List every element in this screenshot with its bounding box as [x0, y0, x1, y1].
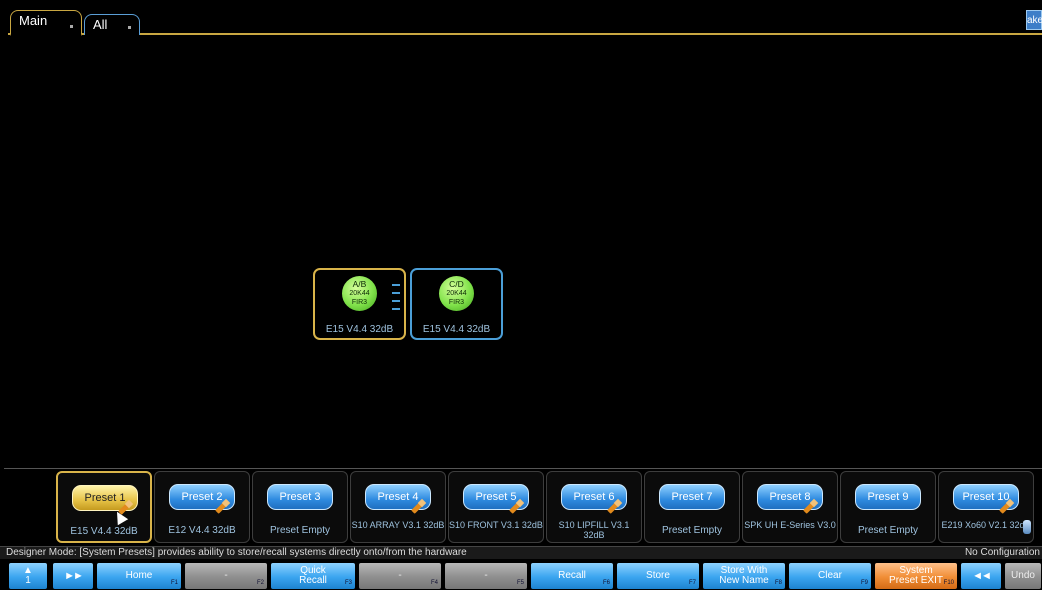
meter-ticks-icon [392, 284, 400, 316]
rewind-button[interactable]: ◄◄ [960, 562, 1002, 590]
tab-main-label: Main [19, 13, 48, 28]
workspace-canvas: A/B 20K44 FIR3 E15 V4.4 32dB C/D 20K44 F… [0, 36, 1042, 464]
tab-main[interactable]: Main [10, 10, 82, 36]
preset-1-desc: E15 V4.4 32dB [70, 526, 138, 537]
pencil-icon [803, 500, 817, 514]
page-number: 1 [25, 575, 31, 586]
f5-label: - [484, 570, 488, 581]
undo-button[interactable]: Undo [1004, 562, 1042, 590]
preset-cell-4[interactable]: Preset 4 S10 ARRAY V3.1 32dB [350, 471, 446, 543]
tab-strip: Main All ake [0, 0, 1042, 36]
preset-4-desc: S10 ARRAY V3.1 32dB [351, 520, 445, 530]
preset-7-button[interactable]: Preset 7 [659, 484, 725, 510]
f4-button[interactable]: - F4 [358, 562, 442, 590]
system-exit-label: System Preset EXIT [889, 565, 943, 586]
undo-label: Undo [1011, 570, 1035, 581]
f4-label: - [398, 570, 402, 581]
frame-label: E15 V4.4 32dB [325, 324, 394, 335]
preset-9-desc: Preset Empty [857, 525, 919, 536]
forward-button[interactable]: ►► [52, 562, 94, 590]
tab-underline [8, 33, 1042, 35]
preset-5-desc: S10 FRONT V3.1 32dB [449, 520, 543, 530]
frame-label: E15 V4.4 32dB [422, 324, 491, 335]
preset-cell-10[interactable]: Preset 10 E219 Xo60 V2.1 32dB [938, 471, 1034, 543]
preset-cell-6[interactable]: Preset 6 S10 LIPFILL V3.1 32dB [546, 471, 642, 543]
function-key-bar: ▲ 1 ►► Home F1 - F2 Quick Recall F3 - F4 - F5… [0, 560, 1042, 590]
tab-all[interactable]: All [84, 14, 140, 35]
configuration-status: No Configuration [964, 547, 1040, 558]
store-with-new-name-button[interactable]: Store With New Name F8 [702, 562, 786, 590]
pencil-icon [999, 500, 1013, 514]
system-preset-exit-button[interactable]: System Preset EXIT F10 [874, 562, 958, 590]
frame-module-ab[interactable]: A/B 20K44 FIR3 E15 V4.4 32dB [313, 268, 406, 340]
preset-cell-2[interactable]: Preset 2 E12 V4.4 32dB [154, 471, 250, 543]
pencil-icon [607, 500, 621, 514]
scroll-indicator-icon[interactable] [1023, 520, 1031, 534]
preset-cell-8[interactable]: Preset 8 SPK UH E-Series V3.0 [742, 471, 838, 543]
module-status-icon[interactable]: C/D 20K44 FIR3 [439, 276, 474, 311]
clear-label: Clear [818, 570, 842, 581]
module-status-icon[interactable]: A/B 20K44 FIR3 [342, 276, 377, 311]
quick-recall-button[interactable]: Quick Recall F3 [270, 562, 356, 590]
tab-dot-icon [128, 26, 131, 29]
quick-recall-label: Quick Recall [299, 565, 327, 586]
home-button[interactable]: Home F1 [96, 562, 182, 590]
preset-7-desc: Preset Empty [661, 525, 723, 536]
module-type: 20K44 [349, 290, 370, 297]
tab-dot-icon [70, 25, 73, 28]
status-message: Designer Mode: [System Presets] provides… [6, 547, 467, 558]
module-channel: C/D [449, 279, 464, 289]
page-up-button[interactable]: ▲ 1 [8, 562, 48, 590]
recall-button[interactable]: Recall F6 [530, 562, 614, 590]
fast-forward-icon: ►► [64, 570, 84, 582]
preset-6-desc: S10 LIPFILL V3.1 32dB [558, 520, 630, 540]
preset-cell-5[interactable]: Preset 5 S10 FRONT V3.1 32dB [448, 471, 544, 543]
clear-button[interactable]: Clear F9 [788, 562, 872, 590]
preset-cell-9[interactable]: Preset 9 Preset Empty [840, 471, 936, 543]
tab-all-label: All [93, 17, 108, 32]
module-filter: FIR3 [351, 299, 368, 306]
f2-label: - [224, 570, 228, 581]
module-filter: FIR3 [448, 299, 465, 306]
preset-strip: Preset 1 E15 V4.4 32dB Preset 2 E12 V4.4… [4, 468, 1042, 546]
recall-label: Recall [558, 570, 586, 581]
preset-10-desc: E219 Xo60 V2.1 32dB [941, 520, 1031, 530]
frame-module-cd[interactable]: C/D 20K44 FIR3 E15 V4.4 32dB [410, 268, 503, 340]
pencil-icon [411, 500, 425, 514]
preset-3-desc: Preset Empty [269, 525, 331, 536]
f5-button[interactable]: - F5 [444, 562, 528, 590]
store-label: Store [646, 570, 670, 581]
preset-cell-1[interactable]: Preset 1 E15 V4.4 32dB [56, 471, 152, 543]
pencil-icon [215, 500, 229, 514]
preset-9-button[interactable]: Preset 9 [855, 484, 921, 510]
module-type: 20K44 [446, 290, 467, 297]
preset-cell-3[interactable]: Preset 3 Preset Empty [252, 471, 348, 543]
pencil-icon [509, 500, 523, 514]
preset-8-desc: SPK UH E-Series V3.0 [744, 520, 836, 530]
status-bar: Designer Mode: [System Presets] provides… [0, 546, 1042, 559]
lake-corner-button[interactable]: ake [1026, 10, 1042, 30]
store-button[interactable]: Store F7 [616, 562, 700, 590]
f2-button[interactable]: - F2 [184, 562, 268, 590]
module-channel: A/B [352, 279, 367, 289]
rewind-icon: ◄◄ [972, 570, 992, 582]
preset-cell-7[interactable]: Preset 7 Preset Empty [644, 471, 740, 543]
preset-2-desc: E12 V4.4 32dB [168, 525, 236, 536]
preset-3-button[interactable]: Preset 3 [267, 484, 333, 510]
home-label: Home [125, 570, 153, 581]
store-new-label: Store With New Name [719, 565, 769, 586]
